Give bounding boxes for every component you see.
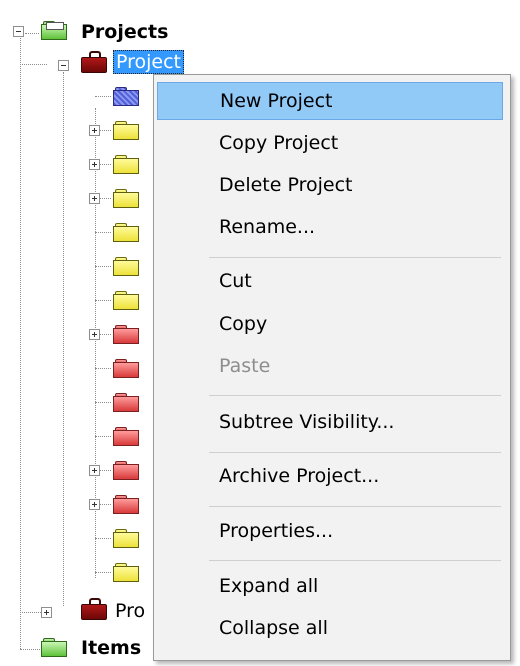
menu-item-paste: Paste xyxy=(219,355,271,377)
yellow-folder-icon[interactable] xyxy=(113,121,139,140)
yellow-folder-icon[interactable] xyxy=(113,155,139,174)
tree-project-partial[interactable]: Pro xyxy=(115,599,145,623)
red-folder-icon[interactable] xyxy=(113,359,139,378)
menu-item-cut[interactable]: Cut xyxy=(157,262,503,300)
red-folder-icon[interactable] xyxy=(113,461,139,480)
green-folder-icon xyxy=(41,21,67,40)
yellow-folder-icon[interactable] xyxy=(113,291,139,310)
tree-line xyxy=(95,402,111,403)
collapse-toggle[interactable] xyxy=(13,26,24,37)
yellow-folder-icon[interactable] xyxy=(113,529,139,548)
menu-item-rename[interactable]: Rename... xyxy=(157,208,503,246)
red-folder-icon[interactable] xyxy=(113,393,139,412)
expand-toggle[interactable] xyxy=(89,193,100,204)
tree-line xyxy=(63,72,64,606)
menu-separator xyxy=(209,257,501,258)
expand-toggle[interactable] xyxy=(89,499,100,510)
menu-separator xyxy=(209,452,501,453)
tree-line xyxy=(95,232,111,233)
red-folder-icon[interactable] xyxy=(113,427,139,446)
context-menu: New Project Copy Project Delete Project … xyxy=(153,74,511,661)
red-folder-icon[interactable] xyxy=(113,495,139,514)
menu-item-delete-project[interactable]: Delete Project xyxy=(157,166,503,204)
briefcase-icon xyxy=(81,598,107,620)
tree-line xyxy=(20,649,40,650)
tree-line xyxy=(95,572,111,573)
menu-item-copy[interactable]: Copy xyxy=(157,305,503,343)
menu-item-properties[interactable]: Properties... xyxy=(157,512,503,550)
tree-items-label[interactable]: Items xyxy=(81,636,141,660)
tree-line xyxy=(95,96,111,97)
menu-item-expand-all[interactable]: Expand all xyxy=(157,567,503,605)
tree-line xyxy=(95,266,111,267)
tree-selected-project[interactable]: Project xyxy=(113,50,185,74)
red-folder-icon[interactable] xyxy=(113,325,139,344)
menu-item-subtree-visibility[interactable]: Subtree Visibility... xyxy=(157,403,503,441)
tree-line xyxy=(25,33,39,34)
menu-separator xyxy=(209,506,501,507)
tree-line xyxy=(95,368,111,369)
tree-root-label[interactable]: Projects xyxy=(81,20,168,44)
yellow-folder-icon[interactable] xyxy=(113,223,139,242)
expand-toggle[interactable] xyxy=(89,465,100,476)
yellow-folder-icon[interactable] xyxy=(113,257,139,276)
menu-separator xyxy=(209,560,501,561)
tree-line xyxy=(95,300,111,301)
menu-separator xyxy=(209,395,501,396)
menu-item-new-project[interactable]: New Project xyxy=(157,82,503,120)
menu-item-archive-project[interactable]: Archive Project... xyxy=(157,457,503,495)
briefcase-icon xyxy=(81,51,107,73)
tree-line xyxy=(20,38,21,649)
tree-line xyxy=(20,64,47,65)
expand-toggle[interactable] xyxy=(89,125,100,136)
tree-line xyxy=(95,436,111,437)
expand-toggle[interactable] xyxy=(89,329,100,340)
expand-toggle[interactable] xyxy=(89,159,100,170)
expand-toggle[interactable] xyxy=(41,607,52,618)
menu-item-copy-project[interactable]: Copy Project xyxy=(157,124,503,162)
yellow-folder-icon[interactable] xyxy=(113,563,139,582)
tree-line xyxy=(95,538,111,539)
menu-item-collapse-all[interactable]: Collapse all xyxy=(157,609,503,647)
yellow-folder-icon[interactable] xyxy=(113,189,139,208)
green-folder-icon xyxy=(41,638,67,657)
collapse-toggle[interactable] xyxy=(58,60,69,71)
blue-folder-icon[interactable] xyxy=(113,87,139,106)
